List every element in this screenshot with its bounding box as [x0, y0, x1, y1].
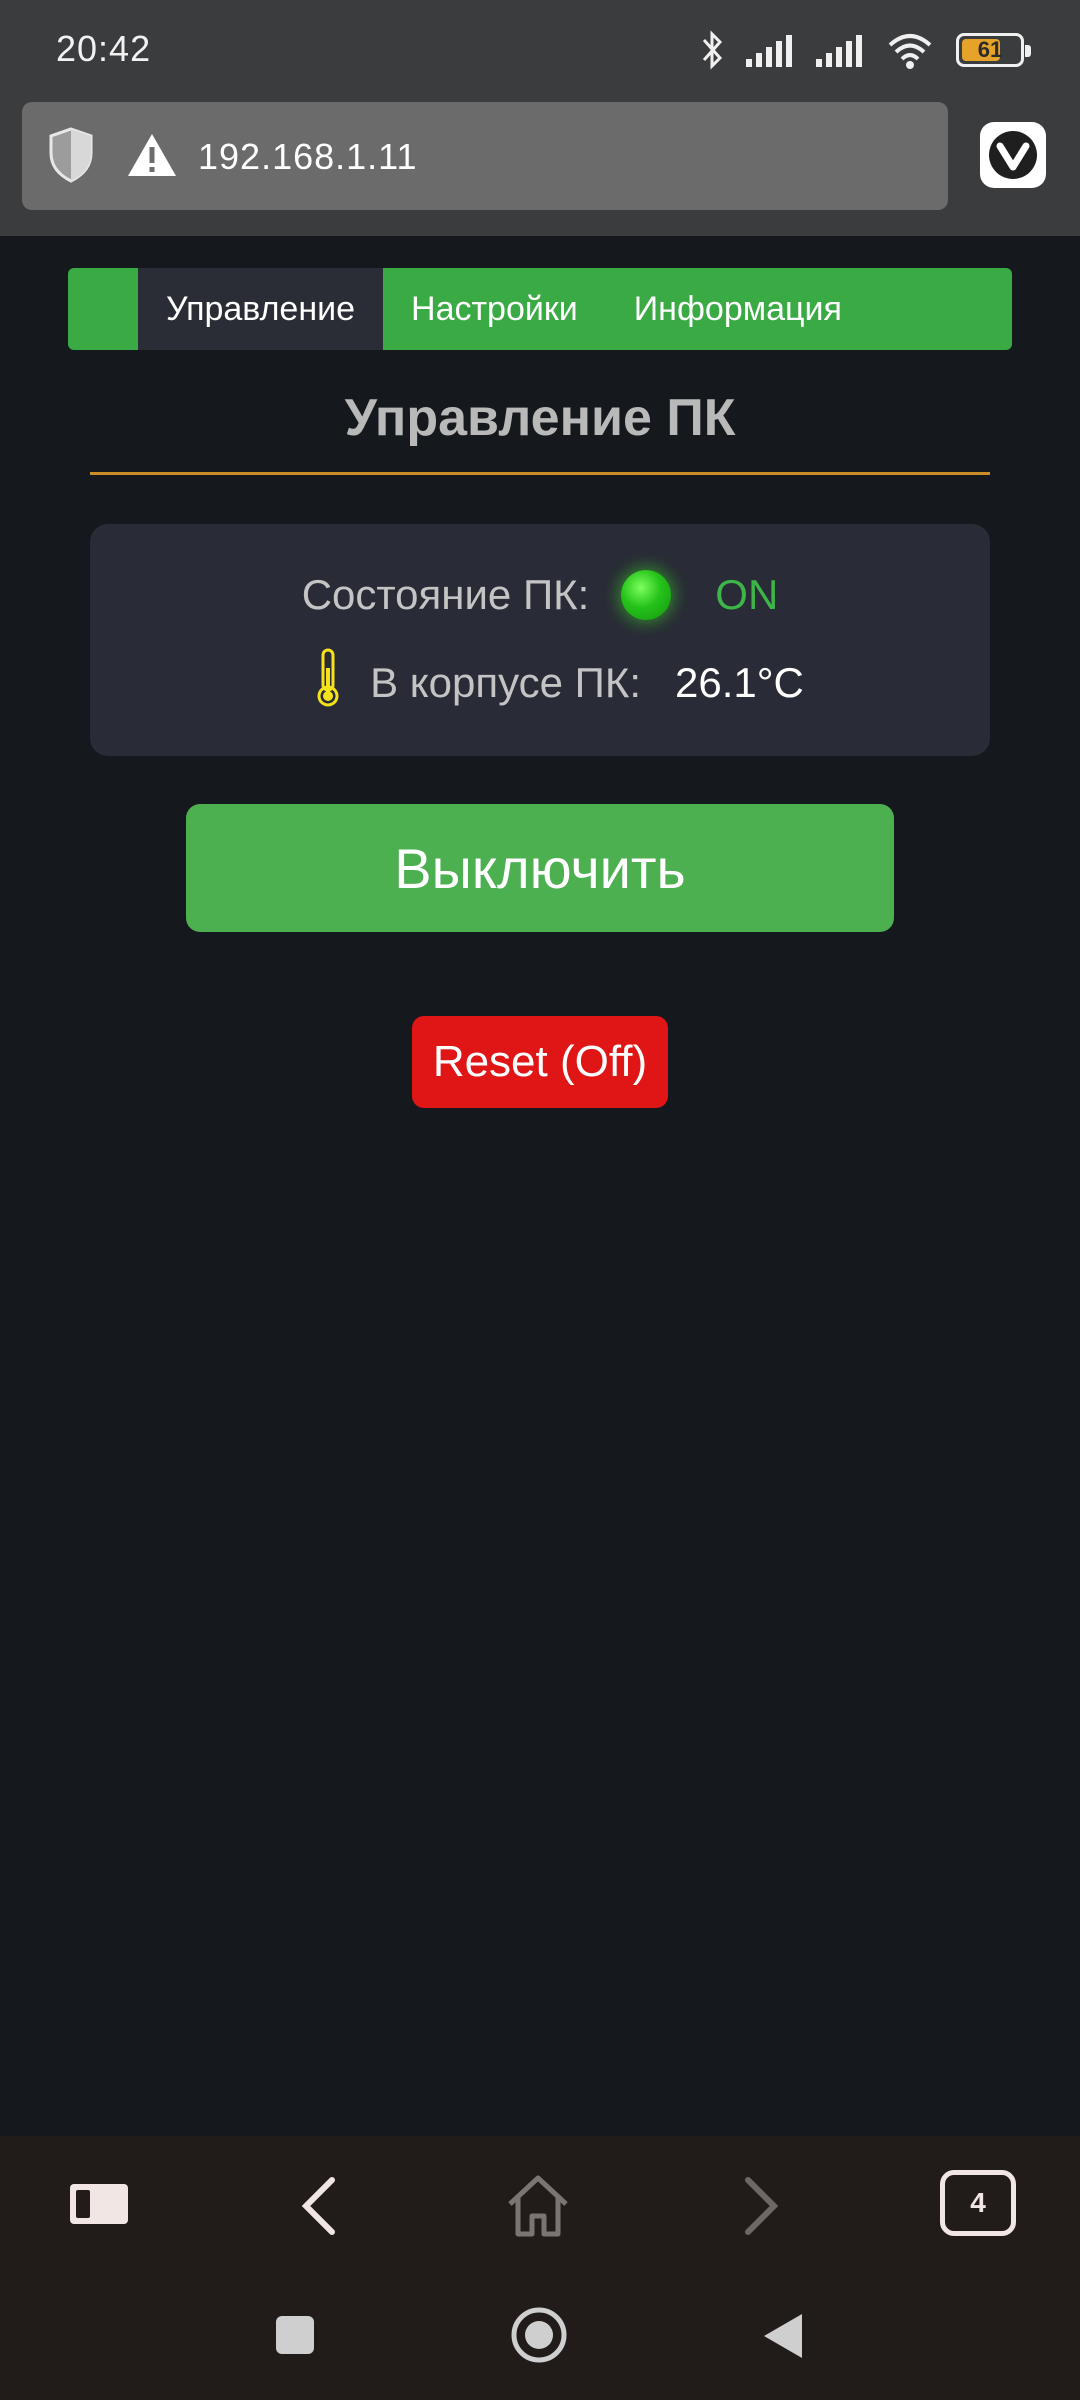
browser-toolbar: 192.168.1.11 [0, 100, 1080, 236]
wifi-icon [886, 31, 934, 69]
forward-icon[interactable] [740, 2176, 780, 2241]
page-title: Управление ПК [344, 389, 736, 447]
status-time: 20:42 [56, 28, 152, 69]
pc-state-label: Состояние ПК: [301, 571, 590, 618]
battery-icon: 61 [956, 33, 1031, 67]
signal-icon [746, 33, 794, 67]
home-circle-icon[interactable] [510, 2306, 568, 2369]
home-icon[interactable] [504, 2172, 572, 2245]
vivaldi-logo-icon[interactable] [980, 122, 1046, 188]
title-divider [90, 472, 990, 475]
power-off-button[interactable]: Выключить [186, 804, 894, 932]
back-triangle-icon[interactable] [762, 2312, 804, 2365]
signal-icon [816, 33, 864, 67]
url-text[interactable]: 192.168.1.11 [198, 136, 418, 178]
warning-icon[interactable] [126, 132, 178, 183]
system-nav-bar [0, 2272, 1080, 2400]
tab-control[interactable]: Управление [138, 268, 384, 350]
browser-bottom-toolbar: 4 [0, 2136, 1080, 2272]
bluetooth-icon [700, 30, 724, 70]
pc-state-value: ON [715, 571, 779, 618]
thermometer-icon [316, 648, 340, 718]
address-bar[interactable]: 192.168.1.11 [22, 102, 948, 210]
shield-icon[interactable] [48, 127, 94, 188]
web-page: Управление Настройки Информация Управлен… [0, 236, 1080, 2136]
temperature-value: 26.1°C [675, 659, 804, 706]
pc-state-row: Состояние ПК: ON [90, 570, 990, 620]
battery-level: 61 [977, 37, 1003, 62]
status-card: Состояние ПК: ON В корпусе ПК: 26.1°C [90, 524, 990, 756]
temperature-row: В корпусе ПК: 26.1°C [90, 648, 990, 718]
status-led-icon [621, 570, 672, 620]
back-icon[interactable] [300, 2176, 340, 2241]
panel-icon[interactable] [68, 2182, 130, 2231]
reset-button[interactable]: Reset (Off) [412, 1016, 668, 1108]
recents-icon[interactable] [274, 2314, 316, 2361]
status-icons: 61 [700, 30, 1031, 70]
nav-bar: Управление Настройки Информация [68, 268, 1012, 350]
tab-settings[interactable]: Настройки [383, 268, 606, 350]
status-bar: 20:42 61 [0, 0, 1080, 100]
tab-info[interactable]: Информация [606, 268, 870, 350]
tabs-icon[interactable]: 4 [940, 2170, 1016, 2236]
temperature-label: В корпусе ПК: [370, 659, 641, 706]
